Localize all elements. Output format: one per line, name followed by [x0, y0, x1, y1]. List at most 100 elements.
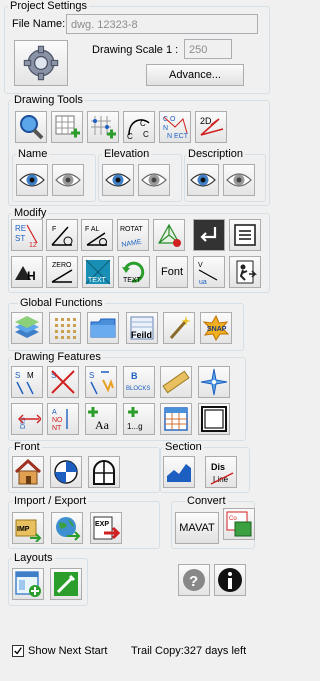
name-show-button[interactable] [16, 164, 48, 196]
delete-symbol-icon: S [51, 370, 75, 394]
connect-points-button[interactable]: C C C [123, 111, 155, 143]
layers-button[interactable] [11, 312, 43, 344]
rotate-name-icon: ROTAT NAME [120, 226, 143, 249]
svg-text:F: F [52, 226, 56, 233]
elevation-show-button[interactable] [102, 164, 134, 196]
ruler-icon [162, 370, 190, 394]
dot-grid-button[interactable] [49, 312, 81, 344]
height-marker-icon: H [15, 266, 36, 283]
svg-text:F AL: F AL [85, 226, 100, 233]
enter-button[interactable] [193, 219, 225, 251]
delete-symbol-button[interactable]: S [47, 366, 79, 398]
distance-button[interactable]: DIS [11, 403, 43, 435]
annotate-button[interactable]: A NO NT [47, 403, 79, 435]
description-show-button[interactable] [187, 164, 219, 196]
distance-line-icon: Dis Line [210, 462, 234, 485]
zoom-button[interactable] [15, 111, 47, 143]
distance-line-button[interactable]: Dis Line [205, 456, 237, 488]
frame-button[interactable] [198, 403, 230, 435]
convert-doc-icon: Co [226, 511, 252, 537]
text-3d-button[interactable]: TEXT [82, 256, 114, 288]
connect-codes-button[interactable]: C O N N ECT [159, 111, 191, 143]
eye-grey-icon [141, 173, 167, 187]
ruler-button[interactable] [160, 366, 192, 398]
description-hide-button[interactable] [223, 164, 255, 196]
magic-wand-button[interactable] [163, 312, 195, 344]
svg-text:1...g: 1...g [127, 422, 143, 431]
svg-text:Co: Co [229, 516, 237, 522]
name-title: Name [16, 148, 50, 160]
table-button[interactable] [160, 403, 192, 435]
elevation-hide-button[interactable] [138, 164, 170, 196]
rotate-line-button[interactable]: F [46, 219, 78, 251]
modify-title: Modify [12, 207, 49, 219]
svg-text:H: H [27, 269, 36, 283]
export-button[interactable]: EXP [90, 512, 122, 544]
triangulation-button[interactable] [153, 219, 185, 251]
svg-text:C: C [127, 132, 133, 141]
svg-text:M: M [27, 371, 34, 380]
distance-icon: DIS [18, 414, 41, 429]
font-button[interactable]: Font [156, 256, 188, 288]
mavat-button[interactable]: MAVAT [175, 512, 219, 544]
height-button[interactable]: H [11, 256, 43, 288]
section-chart-button[interactable] [163, 456, 195, 488]
advance-button[interactable]: Advance... [146, 64, 244, 86]
edit-layout-button[interactable] [50, 568, 82, 600]
fall-button[interactable]: F AL [81, 219, 113, 251]
blocks-button[interactable]: B BLOCKS [123, 366, 155, 398]
value-line-button[interactable]: V ua [193, 256, 225, 288]
rotate-text-icon: TEXT [122, 261, 145, 284]
numbering-icon: 1...g [127, 407, 143, 431]
layouts-title: Layouts [12, 552, 55, 564]
symbol-replace-button[interactable]: S [85, 366, 117, 398]
arch-window-button[interactable] [88, 456, 120, 488]
help-button[interactable]: ? [178, 564, 210, 596]
svg-text:RE: RE [15, 224, 26, 233]
front-title: Front [12, 441, 42, 453]
convert-doc-button[interactable]: Co [223, 508, 255, 540]
folder-button[interactable] [87, 312, 119, 344]
user-run-button[interactable] [229, 256, 261, 288]
arch-window-icon [93, 460, 115, 485]
import-button[interactable]: IMP [12, 512, 44, 544]
rotate-name-button[interactable]: ROTAT NAME [117, 219, 149, 251]
name-hide-button[interactable] [52, 164, 84, 196]
info-button[interactable] [214, 564, 246, 596]
snap-button[interactable]: SNAP [200, 312, 232, 344]
svg-text:?: ? [189, 573, 198, 590]
zero-button[interactable]: ZERO [46, 256, 78, 288]
add-layout-button[interactable] [12, 568, 44, 600]
compass-button[interactable] [198, 366, 230, 398]
add-grid-button[interactable] [51, 111, 83, 143]
globe-export-button[interactable] [51, 512, 83, 544]
svg-text:S: S [15, 371, 20, 380]
quadrant-button[interactable] [50, 456, 82, 488]
2d-line-button[interactable]: 2D [195, 111, 227, 143]
drawing-tools-title: Drawing Tools [12, 94, 85, 106]
triangulation-icon [157, 223, 181, 247]
show-next-start-checkbox[interactable] [12, 645, 24, 657]
reset-button[interactable]: RE ST 12 [11, 219, 43, 251]
rotate-text-button[interactable]: TEXT [118, 256, 150, 288]
field-button[interactable]: Feild [126, 312, 158, 344]
numbering-button[interactable]: 1...g [123, 403, 155, 435]
add-text-button[interactable]: Aa [85, 403, 117, 435]
svg-text:V: V [198, 262, 203, 269]
add-points-button[interactable] [87, 111, 119, 143]
grid-add-points-icon [91, 116, 116, 139]
quadrant-circle-icon [54, 460, 78, 484]
fall-icon: F AL [85, 226, 107, 246]
list-button[interactable] [229, 219, 261, 251]
symbol-button[interactable]: S M [11, 366, 43, 398]
table-icon [164, 407, 188, 431]
add-text-icon: Aa [88, 407, 110, 432]
text-3d-icon: TEXT [85, 259, 111, 285]
imp-text: IMP [17, 526, 30, 533]
file-name-field[interactable]: dwg. 12323-8 [66, 14, 258, 34]
eye-open-icon [19, 173, 45, 187]
drawing-scale-field[interactable]: 250 [184, 39, 232, 59]
house-button[interactable] [12, 456, 44, 488]
settings-button[interactable] [14, 40, 68, 86]
info-icon [218, 568, 242, 592]
